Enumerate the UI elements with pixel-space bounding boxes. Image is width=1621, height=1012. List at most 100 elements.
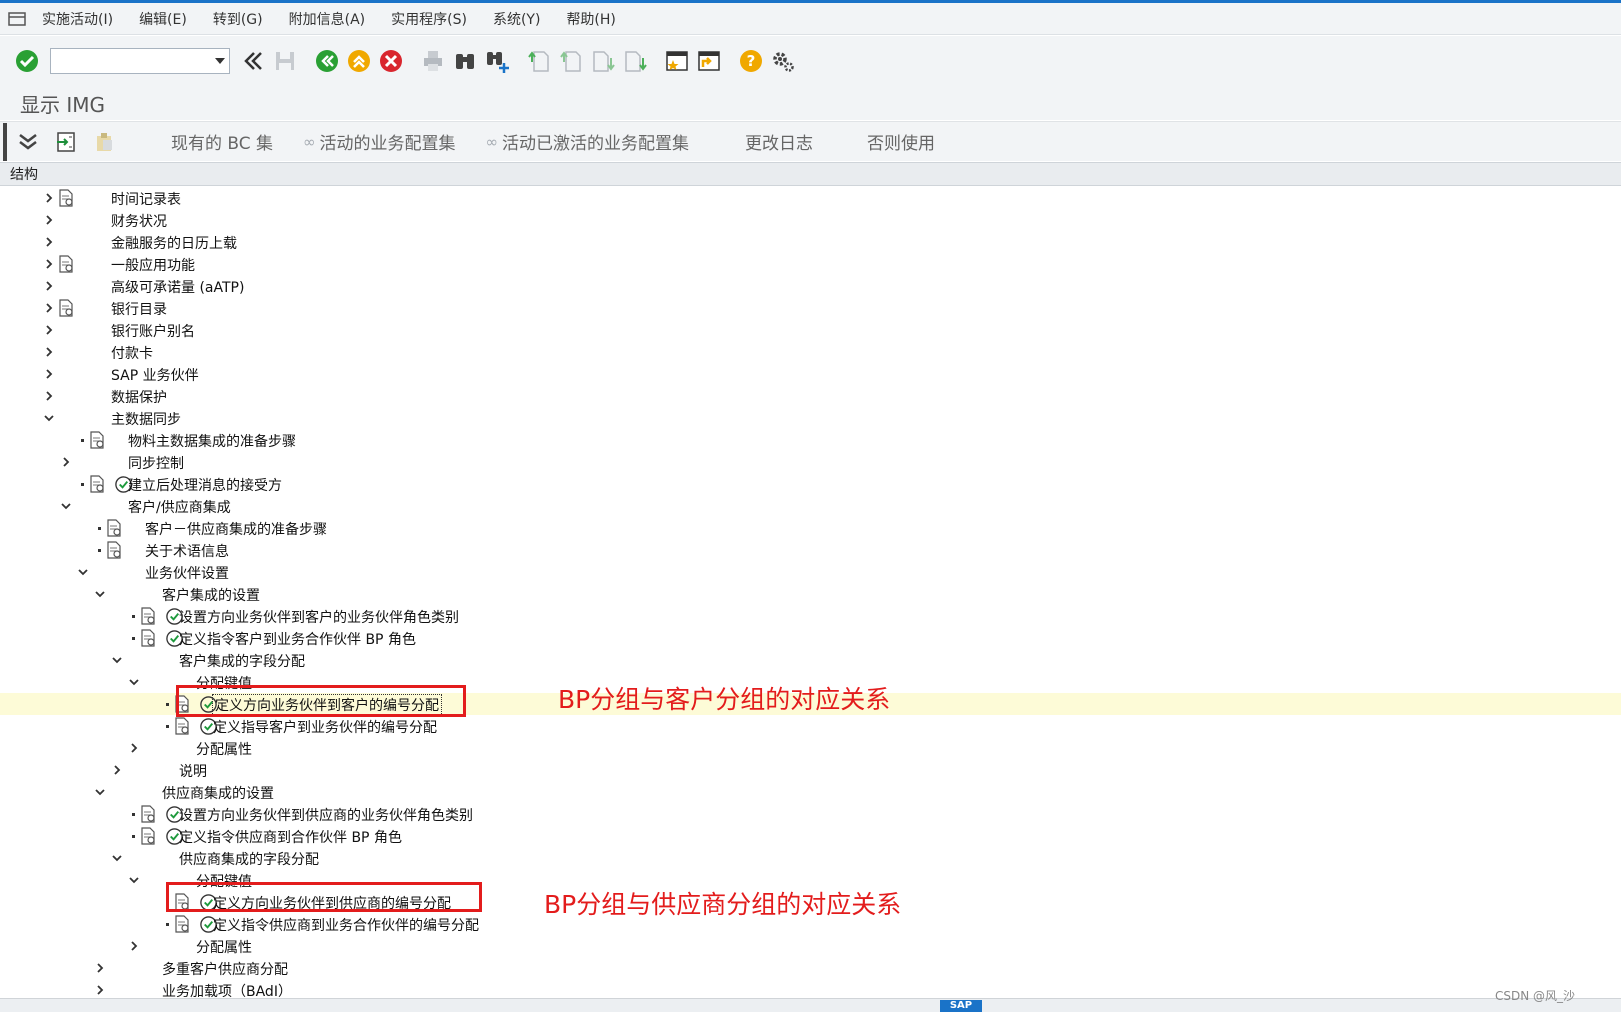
tree-node-label[interactable]: 财务状况 [111,211,167,231]
cancel-icon[interactable] [376,46,406,76]
tree-node-label[interactable]: 客户/供应商集成 [128,497,231,517]
documentation-icon[interactable] [57,188,75,207]
chevron-right-icon[interactable] [42,364,56,384]
chevron-right-icon[interactable] [42,188,56,208]
documentation-icon[interactable] [57,254,75,273]
last-page-icon[interactable] [620,46,650,76]
otherwise-use-button[interactable]: 否则使用 [867,129,935,154]
documentation-icon[interactable] [139,826,157,845]
chevron-down-icon[interactable] [93,584,107,604]
tree-node[interactable]: 客户集成的字段分配 [0,649,1621,671]
chevron-right-icon[interactable] [59,452,73,472]
chevron-right-icon[interactable] [42,232,56,252]
clipboard-icon[interactable] [87,127,121,157]
chevron-right-icon[interactable] [42,320,56,340]
documentation-icon[interactable] [173,716,191,735]
tree-node[interactable]: SAP 业务伙伴 [0,363,1621,385]
help-icon[interactable]: ? [736,46,766,76]
documentation-icon[interactable] [139,628,157,647]
tree-node-label[interactable]: 定义指令供应商到合作伙伴 BP 角色 [179,827,402,847]
tree-node[interactable]: 设置方向业务伙伴到客户的业务伙伴角色类别 [0,605,1621,627]
tree-node-label[interactable]: 分配属性 [196,937,252,957]
tree-node-label[interactable]: 银行账户别名 [111,321,195,341]
tree-node-label[interactable]: 设置方向业务伙伴到客户的业务伙伴角色类别 [179,607,459,627]
active-bc-sets-button[interactable]: ∞ 活动的业务配置集 [303,129,456,155]
tree-node[interactable]: 数据保护 [0,385,1621,407]
existing-bc-sets-button[interactable]: 现有的 BC 集 [171,129,273,154]
tree-node-label[interactable]: 建立后处理消息的接受方 [128,475,282,495]
tree-node-label[interactable]: 说明 [179,761,207,781]
tree-node-label[interactable]: 定义指令客户到业务合作伙伴 BP 角色 [179,629,416,649]
collapse-all-icon[interactable] [11,127,45,157]
documentation-icon[interactable] [57,298,75,317]
shortcut-icon[interactable] [694,46,724,76]
chevron-right-icon[interactable] [42,342,56,362]
tree-node[interactable]: 银行账户别名 [0,319,1621,341]
back-icon[interactable] [312,46,342,76]
tree-node-label[interactable]: 业务伙伴设置 [145,563,229,583]
menu-goto[interactable]: 转到(G) [213,9,263,29]
tree-node[interactable]: 同步控制 [0,451,1621,473]
tree-node[interactable]: 财务状况 [0,209,1621,231]
tree-node-label[interactable]: 供应商集成的设置 [162,783,274,803]
documentation-icon[interactable] [88,430,106,449]
exit-icon[interactable] [344,46,374,76]
tree-node[interactable]: 定义指令客户到业务合作伙伴 BP 角色 [0,627,1621,649]
activated-bc-sets-button[interactable]: ∞ 活动已激活的业务配置集 [486,129,690,155]
create-session-icon[interactable] [662,46,692,76]
chevron-right-icon[interactable] [42,386,56,406]
find-icon[interactable] [450,46,480,76]
tree-node-label[interactable]: 付款卡 [111,343,153,363]
tree-node[interactable]: 金融服务的日历上载 [0,231,1621,253]
tree-node-label[interactable]: 关于术语信息 [145,541,229,561]
tree-node-label[interactable]: 银行目录 [111,299,167,319]
tree-node[interactable]: 客户/供应商集成 [0,495,1621,517]
tree-node[interactable]: 关于术语信息 [0,539,1621,561]
tree-node[interactable]: 定义指令供应商到合作伙伴 BP 角色 [0,825,1621,847]
chevron-right-icon[interactable] [42,210,56,230]
tree-node-label[interactable]: 客户集成的设置 [162,585,260,605]
tree-node[interactable]: 时间记录表 [0,187,1621,209]
tree-node[interactable]: 业务伙伴设置 [0,561,1621,583]
save-icon[interactable] [270,46,300,76]
tree-node-label[interactable]: 同步控制 [128,453,184,473]
documentation-icon[interactable] [139,606,157,625]
tree-node[interactable]: 付款卡 [0,341,1621,363]
menu-edit[interactable]: 编辑(E) [139,9,187,29]
tree-node[interactable]: 一般应用功能 [0,253,1621,275]
chevron-right-icon[interactable] [42,254,56,274]
documentation-icon[interactable] [139,804,157,823]
tree-node-label[interactable]: SAP 业务伙伴 [111,365,199,385]
documentation-icon[interactable] [88,474,106,493]
documentation-icon[interactable] [105,540,123,559]
tree-node-label[interactable]: 金融服务的日历上载 [111,233,237,253]
tree-node[interactable]: 主数据同步 [0,407,1621,429]
tree-node-label[interactable]: 物料主数据集成的准备步骤 [128,431,296,451]
tree-node[interactable]: 分配属性 [0,935,1621,957]
back-history-icon[interactable] [238,46,268,76]
tree-node[interactable]: 供应商集成的设置 [0,781,1621,803]
chevron-right-icon[interactable] [42,276,56,296]
chevron-down-icon[interactable] [110,650,124,670]
menu-utilities[interactable]: 实用程序(S) [391,9,467,29]
menu-help[interactable]: 帮助(H) [566,9,615,29]
print-icon[interactable] [418,46,448,76]
chevron-down-icon[interactable] [215,58,225,64]
menu-implementation[interactable]: 实施活动(I) [42,9,113,29]
tree-node-label[interactable]: 供应商集成的字段分配 [179,849,319,869]
chevron-down-icon[interactable] [59,496,73,516]
tree-node[interactable]: 设置方向业务伙伴到供应商的业务伙伴角色类别 [0,803,1621,825]
chevron-down-icon[interactable] [110,848,124,868]
first-page-icon[interactable] [524,46,554,76]
tree-node[interactable]: 银行目录 [0,297,1621,319]
tree-node-label[interactable]: 主数据同步 [111,409,181,429]
chevron-right-icon[interactable] [127,738,141,758]
find-next-icon[interactable] [482,46,512,76]
tree-node[interactable]: 物料主数据集成的准备步骤 [0,429,1621,451]
chevron-down-icon[interactable] [42,408,56,428]
chevron-right-icon[interactable] [42,298,56,318]
tree-node[interactable]: 高级可承诺量 (aATP) [0,275,1621,297]
previous-page-icon[interactable] [556,46,586,76]
menu-system[interactable]: 系统(Y) [493,9,540,29]
menu-toggle-icon[interactable] [0,3,34,35]
